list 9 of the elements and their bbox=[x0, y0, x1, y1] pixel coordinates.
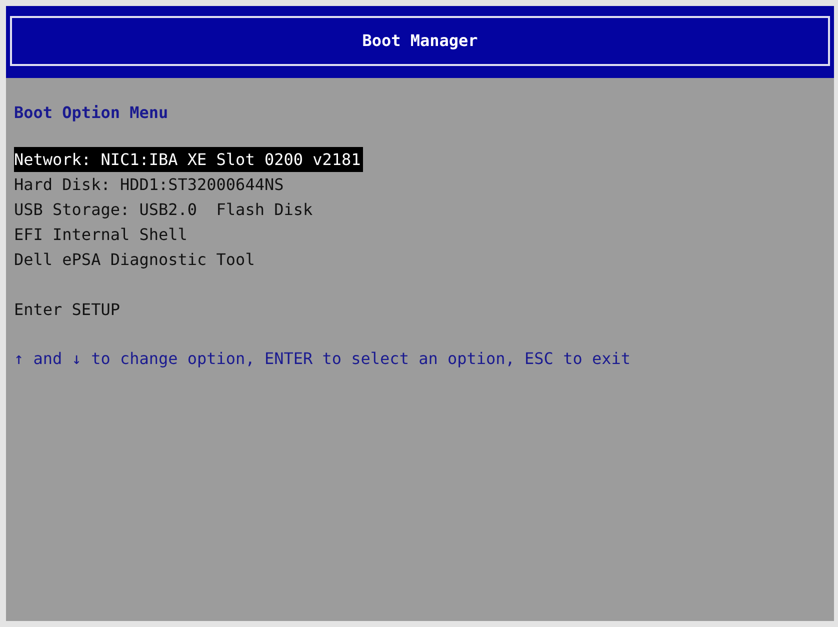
window-title: Boot Manager bbox=[10, 16, 830, 66]
boot-option[interactable]: EFI Internal Shell bbox=[14, 222, 190, 247]
menu-title: Boot Option Menu bbox=[14, 102, 170, 124]
boot-option[interactable]: Dell ePSA Diagnostic Tool bbox=[14, 247, 257, 272]
boot-option[interactable]: Network: NIC1:IBA XE Slot 0200 v2181 bbox=[14, 147, 363, 172]
boot-option[interactable]: USB Storage: USB2.0 Flash Disk bbox=[14, 197, 315, 222]
help-text: ↑ and ↓ to change option, ENTER to select an option, ESC to exit bbox=[14, 348, 632, 370]
boot-option[interactable]: Enter SETUP bbox=[14, 297, 122, 322]
boot-option[interactable]: Hard Disk: HDD1:ST32000644NS bbox=[14, 172, 286, 197]
